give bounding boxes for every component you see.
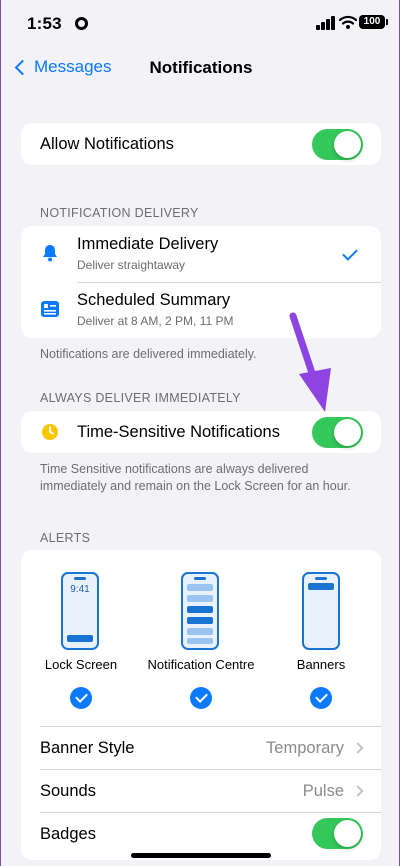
badges-row: Badges <box>21 813 381 855</box>
status-time: 1:53 <box>27 14 62 33</box>
alerts-section-header: ALERTS <box>40 531 91 545</box>
lock-screen-checkbox[interactable] <box>70 687 92 709</box>
lock-screen-label: Lock Screen <box>44 657 118 672</box>
notification-centre-option[interactable]: Notification Centre <box>141 550 261 715</box>
scheduled-summary-subtitle: Deliver at 8 AM, 2 PM, 11 PM <box>77 314 234 328</box>
wifi-icon <box>339 15 357 29</box>
sounds-row[interactable]: Sounds Pulse <box>21 770 381 812</box>
clock-icon <box>42 424 58 440</box>
bell-icon <box>43 245 57 262</box>
annotation-arrow-icon <box>289 312 331 412</box>
scheduled-summary-title: Scheduled Summary <box>77 291 231 309</box>
allow-notifications-toggle[interactable] <box>312 129 363 160</box>
banners-preview-icon <box>302 572 340 650</box>
status-bar: 1:53 100 <box>1 0 400 48</box>
preview-time: 9:41 <box>70 584 90 595</box>
chevron-right-icon <box>352 742 364 754</box>
immediate-delivery-title: Immediate Delivery <box>77 235 219 253</box>
time-sensitive-toggle[interactable] <box>312 417 363 448</box>
sounds-value: Pulse <box>302 782 344 800</box>
badges-toggle[interactable] <box>312 818 363 849</box>
banner-style-value: Temporary <box>266 739 344 757</box>
alerts-card: 9:41 Lock Screen Notification Centre Ban… <box>21 550 381 860</box>
time-sensitive-footer: Time Sensitive notifications are always … <box>40 462 351 493</box>
time-sensitive-card: Time-Sensitive Notifications <box>21 411 381 453</box>
lock-screen-preview-icon: 9:41 <box>61 572 99 650</box>
notification-centre-label: Notification Centre <box>147 657 255 672</box>
cellular-signal-icon <box>316 16 336 30</box>
chevron-right-icon <box>352 785 364 797</box>
battery-icon: 100 <box>359 15 388 29</box>
time-sensitive-label: Time-Sensitive Notifications <box>77 423 280 441</box>
navigation-bar: Messages Notifications <box>1 48 400 92</box>
notification-centre-checkbox[interactable] <box>190 687 212 709</box>
summary-icon <box>41 301 59 317</box>
immediate-delivery-subtitle: Deliver straightaway <box>77 258 186 272</box>
lock-screen-option[interactable]: 9:41 Lock Screen <box>21 550 141 715</box>
banners-label: Banners <box>296 657 346 672</box>
banner-style-label: Banner Style <box>40 739 135 757</box>
banner-style-row[interactable]: Banner Style Temporary <box>21 727 381 769</box>
banners-checkbox[interactable] <box>310 687 332 709</box>
immediate-delivery-option[interactable]: Immediate Delivery Deliver straightaway <box>21 226 381 282</box>
allow-notifications-label: Allow Notifications <box>40 135 174 153</box>
badges-label: Badges <box>40 825 96 843</box>
home-indicator[interactable] <box>131 853 271 858</box>
sounds-label: Sounds <box>40 782 96 800</box>
location-icon <box>75 17 88 30</box>
delivery-section-header: NOTIFICATION DELIVERY <box>40 206 199 220</box>
allow-notifications-card: Allow Notifications <box>21 123 381 165</box>
notification-centre-preview-icon <box>181 572 219 650</box>
always-deliver-section-header: ALWAYS DELIVER IMMEDIATELY <box>40 391 241 405</box>
page-title: Notifications <box>149 58 253 77</box>
checkmark-icon <box>342 245 358 261</box>
banners-option[interactable]: Banners <box>261 550 381 715</box>
